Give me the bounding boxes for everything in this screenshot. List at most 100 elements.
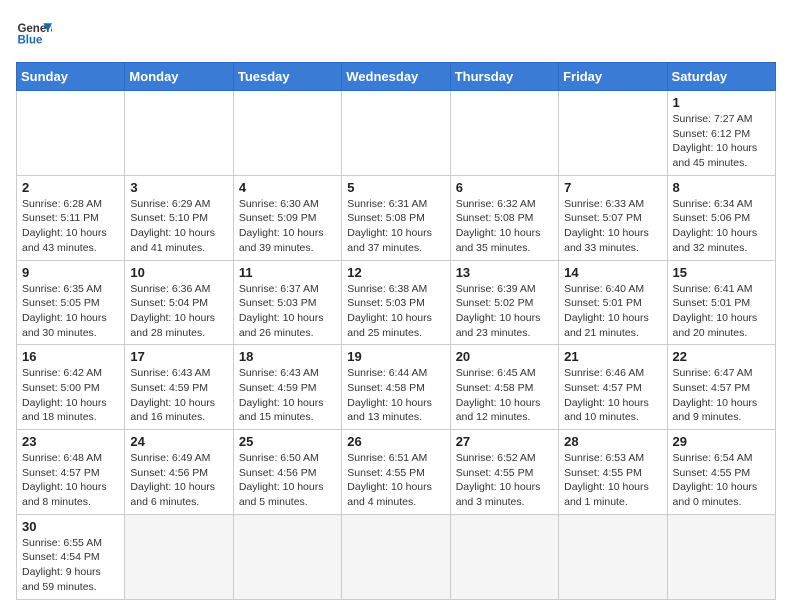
weekday-header-saturday: Saturday bbox=[667, 63, 775, 91]
day-cell bbox=[342, 91, 450, 176]
day-number: 6 bbox=[456, 180, 553, 195]
day-cell: 29 Sunrise: 6:54 AM Sunset: 4:55 PM Dayli… bbox=[667, 430, 775, 515]
day-info: Sunrise: 6:33 AM Sunset: 5:07 PM Dayligh… bbox=[564, 197, 661, 256]
day-cell: 2Sunrise: 6:28 AM Sunset: 5:11 PM Daylig… bbox=[17, 175, 125, 260]
weekday-header-sunday: Sunday bbox=[17, 63, 125, 91]
day-info: Sunrise: 6:54 AM Sunset: 4:55 PM Dayligh… bbox=[673, 451, 770, 510]
day-number: 22 bbox=[673, 349, 770, 364]
day-cell: 30 Sunrise: 6:55 AM Sunset: 4:54 PM Dayli… bbox=[17, 514, 125, 599]
day-info: Sunrise: 6:48 AM Sunset: 4:57 PM Dayligh… bbox=[22, 451, 119, 510]
day-number: 5 bbox=[347, 180, 444, 195]
day-cell: 3 Sunrise: 6:29 AM Sunset: 5:10 PM Daylig… bbox=[125, 175, 233, 260]
day-cell: 15 Sunrise: 6:41 AM Sunset: 5:01 PM Dayli… bbox=[667, 260, 775, 345]
day-info: Sunrise: 6:29 AM Sunset: 5:10 PM Dayligh… bbox=[130, 197, 227, 256]
day-info: Sunrise: 6:36 AM Sunset: 5:04 PM Dayligh… bbox=[130, 282, 227, 341]
day-cell bbox=[559, 91, 667, 176]
day-info: Sunrise: 6:53 AM Sunset: 4:55 PM Dayligh… bbox=[564, 451, 661, 510]
day-number: 16 bbox=[22, 349, 119, 364]
day-info: Sunrise: 7:27 AM Sunset: 6:12 PM Dayligh… bbox=[673, 112, 770, 171]
day-number: 10 bbox=[130, 265, 227, 280]
day-number: 29 bbox=[673, 434, 770, 449]
week-row-6: 30 Sunrise: 6:55 AM Sunset: 4:54 PM Dayli… bbox=[17, 514, 776, 599]
day-info: Sunrise: 6:38 AM Sunset: 5:03 PM Dayligh… bbox=[347, 282, 444, 341]
day-cell bbox=[125, 91, 233, 176]
day-info: Sunrise: 6:30 AM Sunset: 5:09 PM Dayligh… bbox=[239, 197, 336, 256]
day-number: 8 bbox=[673, 180, 770, 195]
day-number: 13 bbox=[456, 265, 553, 280]
day-info: Sunrise: 6:51 AM Sunset: 4:55 PM Dayligh… bbox=[347, 451, 444, 510]
day-cell bbox=[450, 514, 558, 599]
day-number: 28 bbox=[564, 434, 661, 449]
day-cell: 25 Sunrise: 6:50 AM Sunset: 4:56 PM Dayli… bbox=[233, 430, 341, 515]
day-number: 20 bbox=[456, 349, 553, 364]
day-cell bbox=[233, 514, 341, 599]
day-cell bbox=[559, 514, 667, 599]
day-info: Sunrise: 6:31 AM Sunset: 5:08 PM Dayligh… bbox=[347, 197, 444, 256]
day-info: Sunrise: 6:45 AM Sunset: 4:58 PM Dayligh… bbox=[456, 366, 553, 425]
day-cell: 26 Sunrise: 6:51 AM Sunset: 4:55 PM Dayli… bbox=[342, 430, 450, 515]
week-row-4: 16 Sunrise: 6:42 AM Sunset: 5:00 PM Dayli… bbox=[17, 345, 776, 430]
day-cell: 7 Sunrise: 6:33 AM Sunset: 5:07 PM Daylig… bbox=[559, 175, 667, 260]
day-info: Sunrise: 6:50 AM Sunset: 4:56 PM Dayligh… bbox=[239, 451, 336, 510]
day-info: Sunrise: 6:28 AM Sunset: 5:11 PM Dayligh… bbox=[22, 197, 119, 256]
weekday-header-monday: Monday bbox=[125, 63, 233, 91]
day-number: 1 bbox=[673, 95, 770, 110]
day-number: 7 bbox=[564, 180, 661, 195]
day-number: 4 bbox=[239, 180, 336, 195]
day-info: Sunrise: 6:42 AM Sunset: 5:00 PM Dayligh… bbox=[22, 366, 119, 425]
weekday-header-row: SundayMondayTuesdayWednesdayThursdayFrid… bbox=[17, 63, 776, 91]
day-number: 23 bbox=[22, 434, 119, 449]
day-info: Sunrise: 6:55 AM Sunset: 4:54 PM Dayligh… bbox=[22, 536, 119, 595]
day-info: Sunrise: 6:41 AM Sunset: 5:01 PM Dayligh… bbox=[673, 282, 770, 341]
day-number: 19 bbox=[347, 349, 444, 364]
day-info: Sunrise: 6:39 AM Sunset: 5:02 PM Dayligh… bbox=[456, 282, 553, 341]
day-number: 11 bbox=[239, 265, 336, 280]
day-number: 27 bbox=[456, 434, 553, 449]
day-cell: 17Sunrise: 6:43 AM Sunset: 4:59 PM Dayli… bbox=[125, 345, 233, 430]
day-cell: 8 Sunrise: 6:34 AM Sunset: 5:06 PM Daylig… bbox=[667, 175, 775, 260]
week-row-1: 1 Sunrise: 7:27 AM Sunset: 6:12 PM Daylig… bbox=[17, 91, 776, 176]
day-number: 24 bbox=[130, 434, 227, 449]
day-cell: 4 Sunrise: 6:30 AM Sunset: 5:09 PM Daylig… bbox=[233, 175, 341, 260]
day-cell bbox=[17, 91, 125, 176]
day-number: 17 bbox=[130, 349, 227, 364]
day-info: Sunrise: 6:46 AM Sunset: 4:57 PM Dayligh… bbox=[564, 366, 661, 425]
day-number: 18 bbox=[239, 349, 336, 364]
day-cell: 6Sunrise: 6:32 AM Sunset: 5:08 PM Daylig… bbox=[450, 175, 558, 260]
calendar: SundayMondayTuesdayWednesdayThursdayFrid… bbox=[16, 62, 776, 600]
svg-text:Blue: Blue bbox=[17, 34, 43, 46]
day-cell: 20 Sunrise: 6:45 AM Sunset: 4:58 PM Dayli… bbox=[450, 345, 558, 430]
weekday-header-wednesday: Wednesday bbox=[342, 63, 450, 91]
day-info: Sunrise: 6:52 AM Sunset: 4:55 PM Dayligh… bbox=[456, 451, 553, 510]
week-row-3: 9Sunrise: 6:35 AM Sunset: 5:05 PM Daylig… bbox=[17, 260, 776, 345]
day-number: 30 bbox=[22, 519, 119, 534]
day-info: Sunrise: 6:34 AM Sunset: 5:06 PM Dayligh… bbox=[673, 197, 770, 256]
day-cell: 24 Sunrise: 6:49 AM Sunset: 4:56 PM Dayli… bbox=[125, 430, 233, 515]
week-row-5: 23 Sunrise: 6:48 AM Sunset: 4:57 PM Dayli… bbox=[17, 430, 776, 515]
day-cell: 16 Sunrise: 6:42 AM Sunset: 5:00 PM Dayli… bbox=[17, 345, 125, 430]
day-cell: 22Sunrise: 6:47 AM Sunset: 4:57 PM Dayli… bbox=[667, 345, 775, 430]
week-row-2: 2Sunrise: 6:28 AM Sunset: 5:11 PM Daylig… bbox=[17, 175, 776, 260]
day-cell: 11 Sunrise: 6:37 AM Sunset: 5:03 PM Dayli… bbox=[233, 260, 341, 345]
logo: General Blue bbox=[16, 16, 52, 52]
header: General Blue bbox=[16, 16, 776, 52]
day-cell: 13 Sunrise: 6:39 AM Sunset: 5:02 PM Dayli… bbox=[450, 260, 558, 345]
day-info: Sunrise: 6:40 AM Sunset: 5:01 PM Dayligh… bbox=[564, 282, 661, 341]
day-cell: 21 Sunrise: 6:46 AM Sunset: 4:57 PM Dayli… bbox=[559, 345, 667, 430]
weekday-header-friday: Friday bbox=[559, 63, 667, 91]
day-cell: 28 Sunrise: 6:53 AM Sunset: 4:55 PM Dayli… bbox=[559, 430, 667, 515]
day-number: 3 bbox=[130, 180, 227, 195]
day-info: Sunrise: 6:37 AM Sunset: 5:03 PM Dayligh… bbox=[239, 282, 336, 341]
day-cell: 27 Sunrise: 6:52 AM Sunset: 4:55 PM Dayli… bbox=[450, 430, 558, 515]
day-info: Sunrise: 6:44 AM Sunset: 4:58 PM Dayligh… bbox=[347, 366, 444, 425]
day-cell: 1 Sunrise: 7:27 AM Sunset: 6:12 PM Daylig… bbox=[667, 91, 775, 176]
day-number: 26 bbox=[347, 434, 444, 449]
day-number: 15 bbox=[673, 265, 770, 280]
day-cell: 12Sunrise: 6:38 AM Sunset: 5:03 PM Dayli… bbox=[342, 260, 450, 345]
day-info: Sunrise: 6:49 AM Sunset: 4:56 PM Dayligh… bbox=[130, 451, 227, 510]
day-info: Sunrise: 6:35 AM Sunset: 5:05 PM Dayligh… bbox=[22, 282, 119, 341]
day-number: 14 bbox=[564, 265, 661, 280]
day-cell: 14 Sunrise: 6:40 AM Sunset: 5:01 PM Dayli… bbox=[559, 260, 667, 345]
day-number: 25 bbox=[239, 434, 336, 449]
day-number: 21 bbox=[564, 349, 661, 364]
